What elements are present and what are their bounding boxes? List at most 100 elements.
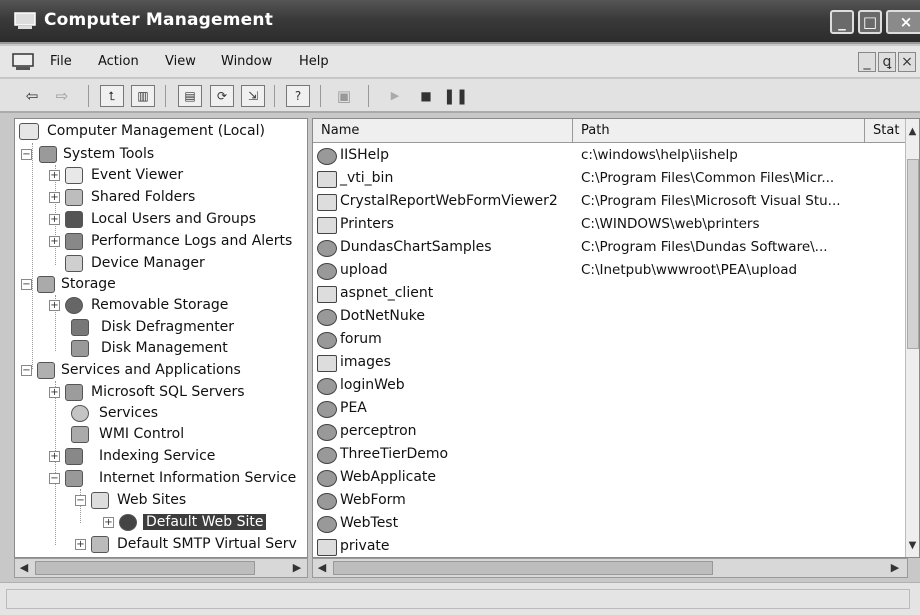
list-item[interactable]: WebTest <box>313 514 913 537</box>
list-item[interactable]: Printers C:\WINDOWS\web\printers <box>313 215 913 238</box>
tree-label: Performance Logs and Alerts <box>91 233 293 249</box>
menu-view[interactable]: View <box>165 54 196 69</box>
indexing-icon <box>65 448 83 465</box>
computer-management-icon <box>14 12 36 29</box>
list-item[interactable]: ThreeTierDemo <box>313 445 913 468</box>
expand-toggle[interactable]: + <box>103 517 114 528</box>
scroll-left-arrow-icon[interactable]: ◀ <box>16 560 32 576</box>
toolbar: ⇦ ⇨ ⮤ ▥ ▤ ⟳ ⇲ ? ▣ ▶ ■ ❚❚ <box>0 79 920 113</box>
tree-label: Web Sites <box>117 492 187 508</box>
stop-icon[interactable]: ■ <box>414 85 438 107</box>
toolbar-separator <box>165 85 166 107</box>
status-cell <box>6 589 910 609</box>
mdi-restore-button[interactable]: ꝗ <box>878 52 896 72</box>
expand-toggle[interactable]: + <box>49 214 60 225</box>
scroll-right-arrow-icon[interactable]: ▶ <box>887 560 903 576</box>
list-item[interactable]: IISHelp c:\windows\help\iishelp <box>313 146 913 169</box>
title-bar: Computer Management _ □ × <box>0 0 920 44</box>
list-item[interactable]: WebForm <box>313 491 913 514</box>
scroll-up-arrow-icon[interactable]: ▲ <box>906 125 919 139</box>
show-hide-tree-icon[interactable]: ▥ <box>131 85 155 107</box>
web-virtual-directory-icon <box>317 516 337 533</box>
tree-label: Services <box>99 405 159 421</box>
close-button[interactable]: × <box>886 10 920 34</box>
expand-toggle[interactable]: + <box>49 192 60 203</box>
scroll-right-arrow-icon[interactable]: ▶ <box>289 560 305 576</box>
menu-help[interactable]: Help <box>299 54 329 69</box>
menu-window[interactable]: Window <box>221 54 272 69</box>
expand-toggle[interactable]: + <box>49 451 60 462</box>
mdi-minimize-button[interactable]: _ <box>858 52 876 72</box>
web-virtual-directory-icon <box>317 263 337 280</box>
list-item[interactable]: loginWeb <box>313 376 913 399</box>
wmi-control-icon <box>71 426 89 443</box>
collapse-toggle[interactable]: − <box>21 365 32 376</box>
list-item[interactable]: DotNetNuke <box>313 307 913 330</box>
properties-icon[interactable]: ▤ <box>178 85 202 107</box>
folder-icon <box>91 492 109 509</box>
scroll-down-arrow-icon[interactable]: ▼ <box>906 539 919 553</box>
collapse-toggle[interactable]: − <box>21 279 32 290</box>
column-header-path[interactable]: Path <box>573 119 865 143</box>
list-item[interactable]: CrystalReportWebFormViewer2 C:\Program Fi… <box>313 192 913 215</box>
list-item[interactable]: _vti_bin C:\Program Files\Common Files\Mi… <box>313 169 913 192</box>
list-horizontal-scrollbar[interactable]: ◀ ▶ <box>312 558 908 578</box>
collapse-toggle[interactable]: − <box>21 149 32 160</box>
collapse-toggle[interactable]: − <box>49 473 60 484</box>
expand-toggle[interactable]: + <box>49 300 60 311</box>
list-item[interactable]: aspnet_client <box>313 284 913 307</box>
minimize-button[interactable]: _ <box>830 10 854 34</box>
list-item[interactable]: perceptron <box>313 422 913 445</box>
status-bar <box>0 582 920 615</box>
web-virtual-directory-icon <box>317 332 337 349</box>
column-header-name[interactable]: Name <box>313 119 573 143</box>
mmc-document-icon[interactable] <box>12 53 34 71</box>
vertical-scrollbar[interactable]: ▲ ▼ <box>905 119 919 557</box>
list-item[interactable]: PEA <box>313 399 913 422</box>
list-item[interactable]: forum <box>313 330 913 353</box>
computer-icon[interactable]: ▣ <box>332 85 356 107</box>
scroll-left-arrow-icon[interactable]: ◀ <box>314 560 330 576</box>
back-arrow-icon[interactable]: ⇦ <box>20 85 44 107</box>
expand-toggle[interactable]: + <box>75 539 86 550</box>
scroll-thumb[interactable] <box>35 561 255 575</box>
help-icon[interactable]: ? <box>286 85 310 107</box>
item-name: WebTest <box>340 515 399 531</box>
item-name: PEA <box>340 400 367 416</box>
export-list-icon[interactable]: ⇲ <box>241 85 265 107</box>
services-gear-icon <box>71 405 89 422</box>
list-item[interactable]: WebApplicate <box>313 468 913 491</box>
list-item[interactable]: images <box>313 353 913 376</box>
tree-horizontal-scrollbar[interactable]: ◀ ▶ <box>14 558 308 578</box>
tree-label: Removable Storage <box>91 297 229 313</box>
scroll-thumb[interactable] <box>333 561 713 575</box>
item-name: _vti_bin <box>340 170 394 186</box>
expand-toggle[interactable]: + <box>49 170 60 181</box>
column-header-status[interactable]: Stat <box>865 119 907 143</box>
refresh-icon[interactable]: ⟳ <box>210 85 234 107</box>
expand-toggle[interactable]: + <box>49 236 60 247</box>
expand-toggle[interactable]: + <box>49 387 60 398</box>
results-list[interactable]: Name Path Stat IISHelp c:\windows\help\ii… <box>312 118 920 558</box>
mdi-close-button[interactable]: × <box>898 52 916 72</box>
list-item[interactable]: private <box>313 537 913 557</box>
disk-management-icon <box>71 340 89 357</box>
maximize-button[interactable]: □ <box>858 10 882 34</box>
console-tree[interactable]: Computer Management (Local) − System Too… <box>14 118 308 558</box>
collapse-toggle[interactable]: − <box>75 495 86 506</box>
scroll-thumb[interactable] <box>907 159 919 349</box>
menu-file[interactable]: File <box>50 54 72 69</box>
menu-action[interactable]: Action <box>98 54 139 69</box>
up-folder-icon[interactable]: ⮤ <box>100 85 124 107</box>
tree-line <box>32 143 33 369</box>
list-item[interactable]: DundasChartSamples C:\Program Files\Dunda… <box>313 238 913 261</box>
toolbar-separator <box>274 85 275 107</box>
forward-arrow-icon[interactable]: ⇨ <box>50 85 74 107</box>
computer-icon <box>19 123 39 140</box>
folder-icon <box>317 171 337 188</box>
tree-label: Disk Management <box>101 340 228 356</box>
pause-icon[interactable]: ❚❚ <box>443 85 468 107</box>
list-item[interactable]: upload C:\Inetpub\wwwroot\PEA\upload <box>313 261 913 284</box>
tree-label: Device Manager <box>91 255 205 271</box>
start-icon[interactable]: ▶ <box>383 85 407 107</box>
